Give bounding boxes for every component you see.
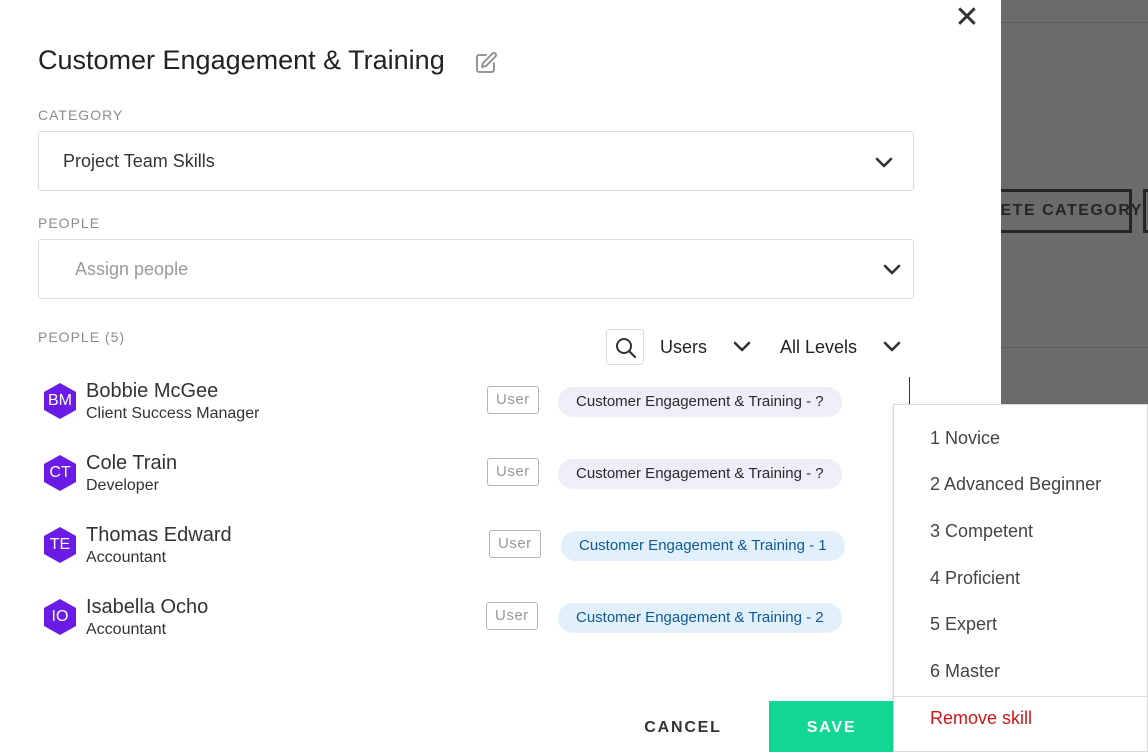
menu-item-competent[interactable]: 3 Competent <box>930 521 1033 542</box>
role-filter-dropdown[interactable]: Users <box>660 337 707 358</box>
close-icon[interactable]: ✕ <box>953 3 981 33</box>
category-label: CATEGORY <box>38 107 124 123</box>
user-type-tag[interactable]: User <box>487 458 539 486</box>
backdrop-button <box>1143 189 1148 233</box>
avatar-initials: TE <box>49 536 71 553</box>
skill-level-tag[interactable]: Customer Engagement & Training - ? <box>558 459 842 489</box>
chevron-down-icon[interactable] <box>732 340 752 354</box>
list-item: IO Isabella Ocho Accountant User Custome… <box>38 596 908 650</box>
remove-skill-button[interactable]: Remove skill <box>930 708 1032 729</box>
menu-item-novice[interactable]: 1 Novice <box>930 428 1000 449</box>
category-select[interactable]: Project Team Skills <box>38 131 914 191</box>
skill-level-menu: 1 Novice 2 Advanced Beginner 3 Competent… <box>893 404 1148 752</box>
person-name: Isabella Ocho <box>86 596 209 618</box>
person-role: Accountant <box>86 549 167 566</box>
delete-category-button: DELETE CATEGORY <box>1001 189 1141 233</box>
avatar-initials: IO <box>51 608 69 625</box>
avatar: TE <box>42 526 78 564</box>
menu-item-proficient[interactable]: 4 Proficient <box>930 568 1020 589</box>
search-button[interactable] <box>606 329 644 365</box>
list-item: CT Cole Train Developer User Customer En… <box>38 452 908 506</box>
person-name: Bobbie McGee <box>86 380 219 402</box>
cancel-button[interactable]: CANCEL <box>630 704 736 752</box>
menu-divider <box>894 696 1148 697</box>
level-filter-value: All Levels <box>780 337 858 357</box>
level-filter-dropdown[interactable]: All Levels <box>780 337 857 358</box>
person-role: Developer <box>86 477 159 494</box>
avatar: BM <box>42 382 78 420</box>
page-title: Customer Engagement & Training <box>38 45 445 75</box>
person-name: Thomas Edward <box>86 524 232 546</box>
skill-modal: ✕ Customer Engagement & Training CATEGOR… <box>0 0 1001 752</box>
avatar-initials: BM <box>48 392 72 409</box>
backdrop-divider <box>1001 347 1148 348</box>
role-filter-value: Users <box>660 337 708 357</box>
people-label: PEOPLE <box>38 215 101 231</box>
avatar-initials: CT <box>49 464 71 481</box>
category-value: Project Team Skills <box>63 151 215 171</box>
avatar: CT <box>42 454 78 492</box>
assign-people-placeholder: Assign people <box>75 259 189 279</box>
save-button[interactable]: SAVE <box>769 701 894 752</box>
menu-item-expert[interactable]: 5 Expert <box>930 614 997 635</box>
search-icon <box>616 338 637 359</box>
chevron-down-icon <box>883 264 901 275</box>
skill-level-tag[interactable]: Customer Engagement & Training - 1 <box>561 531 845 561</box>
chevron-down-icon[interactable] <box>882 340 902 354</box>
user-type-tag[interactable]: User <box>489 530 541 558</box>
menu-item-advanced-beginner[interactable]: 2 Advanced Beginner <box>930 474 1101 495</box>
user-type-tag[interactable]: User <box>486 602 538 630</box>
chevron-down-icon <box>875 157 893 168</box>
pencil-edit-icon[interactable] <box>474 51 498 75</box>
backdrop-divider <box>1001 22 1148 23</box>
assign-people-select[interactable]: Assign people <box>38 239 914 299</box>
avatar: IO <box>42 598 78 636</box>
person-name: Cole Train <box>86 452 178 474</box>
person-role: Accountant <box>86 621 167 638</box>
people-count-label: PEOPLE (5) <box>38 329 126 345</box>
text-cursor <box>909 377 910 405</box>
menu-item-master[interactable]: 6 Master <box>930 661 1000 682</box>
list-item: BM Bobbie McGee Client Success Manager U… <box>38 380 908 434</box>
person-role: Client Success Manager <box>86 405 260 422</box>
skill-level-tag[interactable]: Customer Engagement & Training - 2 <box>558 603 842 633</box>
user-type-tag[interactable]: User <box>487 386 539 414</box>
list-item: TE Thomas Edward Accountant User Custome… <box>38 524 908 578</box>
skill-level-tag[interactable]: Customer Engagement & Training - ? <box>558 387 842 417</box>
